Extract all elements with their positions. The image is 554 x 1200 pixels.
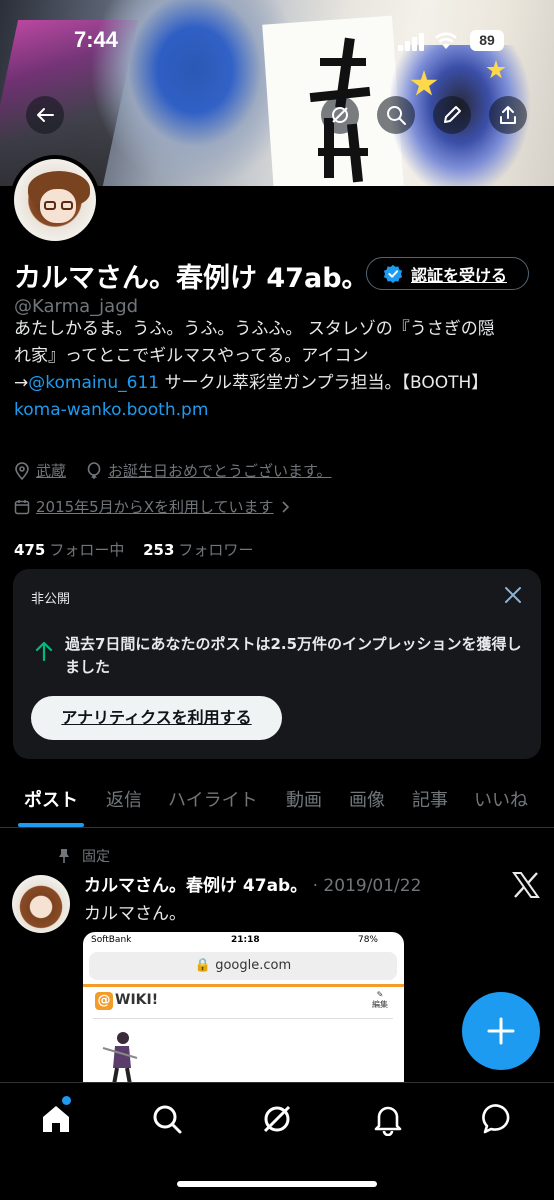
search-button[interactable]: [377, 96, 415, 134]
grok-icon: [332, 107, 348, 123]
get-verified-button[interactable]: 認証を受ける: [366, 257, 529, 290]
following-link[interactable]: 475 フォロー中: [14, 541, 124, 559]
messages-icon[interactable]: [482, 1102, 516, 1136]
joined-date: 2015年5月からXを利用しています: [36, 498, 274, 516]
status-time: 7:44: [74, 27, 119, 52]
profile-tabs: ポスト 返信 ハイライト 動画 画像 記事 いいね: [0, 770, 554, 828]
share-button[interactable]: [489, 96, 527, 134]
bio-line: あたしかるま。うふ。うふ。うふふ。 スタレゾの『うさぎの隠: [14, 319, 495, 339]
compose-post-button[interactable]: [462, 992, 540, 1070]
plus-icon: [487, 1017, 515, 1045]
followers-count: 253: [143, 541, 175, 559]
tab-posts[interactable]: ポスト: [24, 786, 78, 812]
embed-wiki-logo: @ WIKI!: [95, 992, 158, 1010]
x-logo-icon[interactable]: [512, 872, 540, 898]
bio-arrow: →: [14, 373, 29, 393]
battery-indicator: 89: [470, 30, 504, 51]
tab-replies[interactable]: 返信: [106, 786, 142, 812]
profile-handle: @Karma_jagd: [14, 296, 139, 317]
home-indicator-bar: [177, 1181, 377, 1187]
embed-url: google.com: [215, 958, 292, 973]
chevron-right-icon: [281, 500, 289, 513]
back-arrow-icon: [37, 108, 54, 122]
embed-accent-bar: [83, 984, 404, 987]
profile-joined[interactable]: 2015年5月からXを利用しています: [14, 496, 292, 517]
pinned-indicator: 固定: [58, 846, 110, 866]
edit-icon: [444, 106, 461, 123]
bio-line: →@komainu_611 サークル萃彩堂ガンプラ担当。【BOOTH】: [14, 370, 544, 397]
embed-divider: [93, 1018, 393, 1019]
post-media-image[interactable]: SoftBank 21:18 78% 🔒 google.com @ WIKI! ✎…: [83, 932, 404, 1092]
profile-avatar[interactable]: [10, 155, 100, 245]
profile-meta: 武蔵 お誕生日おめでとうございます。: [14, 460, 332, 481]
bio-line: れ家』ってとこでギルマスやってる。アイコン: [14, 346, 369, 366]
bio-website-link[interactable]: koma-wanko.booth.pm: [14, 397, 544, 424]
embed-time: 21:18: [231, 935, 260, 945]
close-icon[interactable]: [503, 585, 523, 605]
following-count: 475: [14, 541, 46, 559]
search-icon: [387, 106, 406, 125]
bio-line: サークル萃彩堂ガンプラ担当。【BOOTH】: [159, 373, 489, 393]
impressions-message: 過去7日間にあなたのポストは2.5万件のインプレッションを獲得しました: [65, 635, 522, 676]
tab-highlights[interactable]: ハイライト: [168, 786, 258, 812]
get-verified-label: 認証を受ける: [411, 265, 508, 285]
notifications-bell-icon[interactable]: [371, 1102, 405, 1136]
active-tab-indicator: [18, 823, 84, 827]
post-date[interactable]: · 2019/01/22: [313, 876, 422, 896]
back-button[interactable]: [26, 96, 64, 134]
home-notification-dot: [62, 1096, 71, 1105]
tab-images[interactable]: 画像: [349, 786, 385, 812]
bottom-navigation: [0, 1082, 554, 1200]
share-icon: [500, 106, 516, 124]
grok-button[interactable]: [321, 96, 359, 134]
embed-status-bar: SoftBank 21:18 78%: [83, 932, 404, 950]
profile-bio: あたしかるま。うふ。うふ。うふふ。 スタレゾの『うさぎの隠 れ家』ってとこでギル…: [14, 316, 544, 424]
tab-likes[interactable]: いいね: [474, 786, 528, 812]
analytics-card: 非公開 過去7日間にあなたのポストは2.5万件のインプレッションを獲得しました …: [13, 569, 541, 759]
embed-url-bar: 🔒 google.com: [89, 952, 397, 980]
wifi-icon: [435, 32, 457, 49]
use-analytics-button[interactable]: アナリティクスを利用する: [31, 696, 282, 740]
home-icon[interactable]: [39, 1102, 73, 1136]
bio-mention-link[interactable]: @komainu_611: [28, 373, 159, 393]
pinned-label: 固定: [82, 849, 110, 865]
profile-name: カルマさん。春例け 47ab。: [14, 263, 369, 294]
tab-videos[interactable]: 動画: [286, 786, 322, 812]
post-text: カルマさん。: [84, 904, 186, 924]
search-icon[interactable]: [150, 1102, 184, 1136]
pin-icon: [59, 849, 69, 863]
post-header: カルマさん。春例け 47ab。 · 2019/01/22: [84, 871, 421, 896]
follow-stats: 475 フォロー中 253 フォロワー: [14, 539, 253, 560]
location-pin-icon: [15, 461, 29, 480]
post-author-avatar[interactable]: [12, 875, 70, 933]
edit-button[interactable]: [433, 96, 471, 134]
trend-up-arrow-icon: [35, 641, 53, 661]
embed-battery: 78%: [357, 935, 378, 945]
following-label: フォロー中: [49, 541, 125, 559]
profile-birthday[interactable]: お誕生日おめでとうございます。: [108, 460, 332, 481]
status-bar: 7:44 89: [0, 0, 554, 72]
embed-carrier: SoftBank: [91, 935, 132, 945]
cellular-signal-icon: [398, 33, 426, 51]
profile-location: 武蔵: [36, 462, 67, 480]
verified-badge-icon: [383, 264, 403, 283]
embed-edit: ✎ 編集: [372, 990, 388, 1009]
private-label: 非公開: [31, 592, 71, 607]
tab-articles[interactable]: 記事: [412, 786, 448, 812]
followers-link[interactable]: 253 フォロワー: [143, 541, 253, 559]
calendar-icon: [14, 499, 30, 514]
grok-icon[interactable]: [260, 1102, 294, 1136]
balloon-icon: [87, 461, 101, 479]
post-author-name[interactable]: カルマさん。春例け 47ab。: [84, 876, 307, 896]
followers-label: フォロワー: [178, 541, 254, 559]
